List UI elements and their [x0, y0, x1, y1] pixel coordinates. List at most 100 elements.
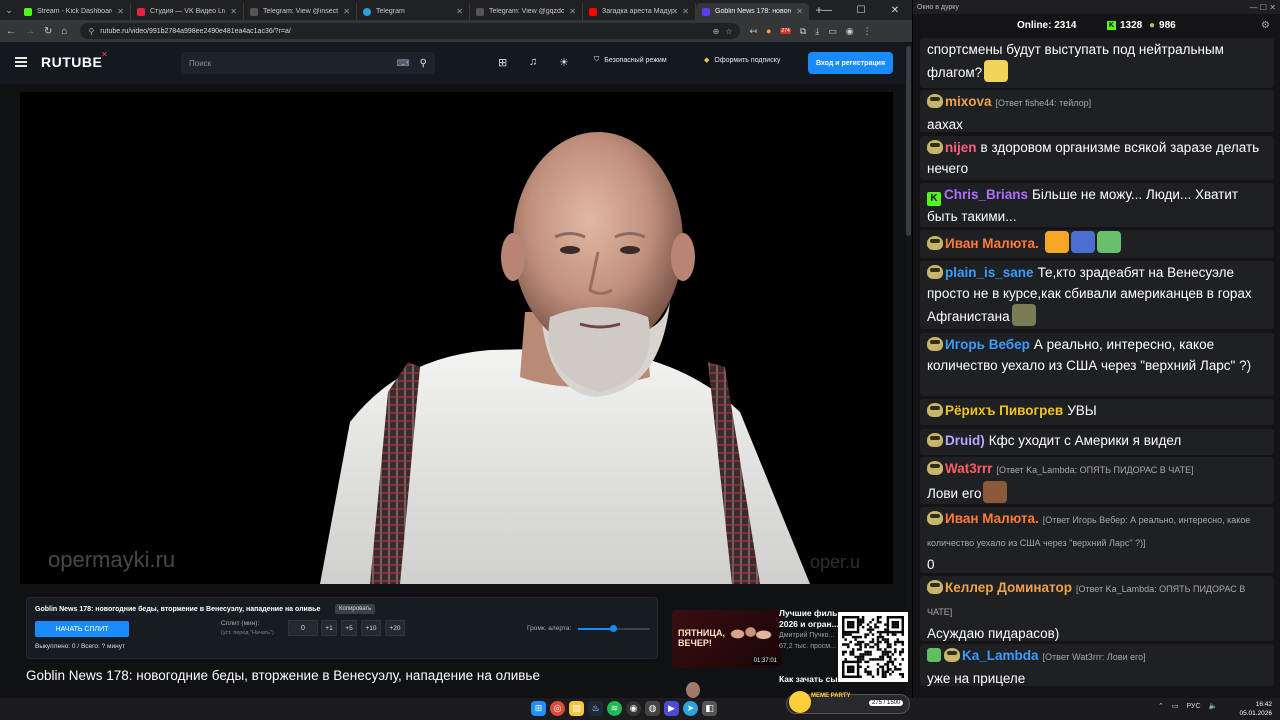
split-minutes-input[interactable]: 0: [288, 620, 318, 636]
close-icon[interactable]: ✕: [682, 7, 689, 16]
tab-vk-studio[interactable]: Студия — VK Видео Live ✕: [131, 3, 244, 20]
tab-search-icon[interactable]: ⌄: [0, 0, 18, 20]
reload-icon[interactable]: ↻: [44, 26, 52, 37]
menu-icon[interactable]: [15, 57, 27, 67]
chat-username[interactable]: nijen: [945, 140, 977, 155]
chat-username[interactable]: Иван Малюта.: [945, 236, 1039, 251]
language-indicator[interactable]: РУС: [1187, 703, 1201, 710]
qr-module: [886, 663, 890, 666]
qr-module: [884, 623, 887, 626]
close-icon[interactable]: ✕: [230, 7, 237, 16]
recommended-thumbnail[interactable]: ПЯТНИЦА, ВЕЧЕР! 01:37:01: [672, 610, 782, 668]
app-icon[interactable]: ◍: [645, 701, 660, 716]
close-icon[interactable]: ✕: [117, 7, 124, 16]
split-plus-20-button[interactable]: +20: [385, 620, 405, 636]
tray-app-icon[interactable]: ▭: [1172, 702, 1179, 710]
close-icon[interactable]: ✕: [456, 7, 463, 16]
split-plus-1-button[interactable]: +1: [321, 620, 337, 636]
chat-username[interactable]: Druid): [945, 433, 985, 448]
scrollbar-thumb[interactable]: [906, 46, 911, 236]
chat-username[interactable]: Chris_Brians: [944, 187, 1028, 202]
split-plus-10-button[interactable]: +10: [361, 620, 381, 636]
tab-telegram-gqzdc[interactable]: Telegram: View @gqzdc ✕: [470, 3, 583, 20]
close-icon[interactable]: ✕: [796, 7, 803, 16]
tray-arrow-icon[interactable]: ⌃: [1158, 702, 1164, 710]
bell-icon[interactable]: ♫: [529, 56, 537, 68]
spotify-icon[interactable]: ≋: [607, 701, 622, 716]
minimize-icon[interactable]: —: [810, 0, 844, 20]
gear-icon[interactable]: ⚙: [1261, 20, 1270, 31]
recommended-title[interactable]: Лучшие филь...: [779, 608, 844, 618]
chat-username[interactable]: Иван Малюта.: [945, 511, 1039, 526]
site-info-icon[interactable]: ⚲: [88, 27, 94, 36]
upload-icon[interactable]: ⊞: [498, 56, 507, 69]
forward-icon[interactable]: →: [25, 26, 35, 37]
page-scrollbar[interactable]: [905, 42, 912, 698]
volume-icon[interactable]: 🔈: [1209, 702, 1218, 710]
url-field[interactable]: ⚲ rutube.ru/video/991b2784a998ee2490e481…: [80, 23, 741, 39]
search-icon[interactable]: ⚲: [420, 58, 427, 69]
app-icon[interactable]: ▶: [664, 701, 679, 716]
steam-icon[interactable]: ♨: [588, 701, 603, 716]
chat-username[interactable]: Ka_Lambda: [962, 648, 1039, 663]
home-icon[interactable]: ⌂: [61, 26, 67, 37]
recommended-thumbnail[interactable]: [672, 674, 782, 698]
alert-volume-slider[interactable]: [578, 625, 650, 632]
chat-window-controls[interactable]: — ☐ ✕: [1250, 3, 1276, 12]
rutube-logo[interactable]: RUTUBE ✕: [41, 50, 108, 70]
obs-icon[interactable]: ◉: [626, 701, 641, 716]
chat-username[interactable]: Рёрихъ Пивогрев: [945, 403, 1063, 418]
copy-button[interactable]: Копировать: [335, 604, 376, 614]
chat-username[interactable]: Wat3rrr: [945, 461, 993, 476]
menu-dots-icon[interactable]: ⋮: [863, 26, 872, 37]
qr-module: [856, 663, 860, 666]
tab-youtube-maduro[interactable]: Загадка ареста Мадуро: в ✕: [583, 3, 696, 20]
split-plus-5-button[interactable]: +5: [341, 620, 357, 636]
download-icon[interactable]: ⤓: [815, 26, 819, 37]
chrome-icon[interactable]: ◎: [550, 701, 565, 716]
back-arrow-icon[interactable]: ↤: [749, 26, 757, 37]
subscribe-button[interactable]: ◆ Оформить подписку: [704, 56, 780, 65]
volume-knob[interactable]: [609, 625, 617, 632]
chat-username[interactable]: plain_is_sane: [945, 265, 1034, 280]
sidepanel-icon[interactable]: ▭: [828, 26, 837, 37]
qr-module: [884, 648, 887, 651]
chat-username[interactable]: Келлер Доминатор: [945, 580, 1072, 595]
login-button[interactable]: Вход и регистрация: [808, 52, 893, 74]
recommended-title[interactable]: Как зачать сы...: [779, 674, 845, 684]
tab-telegram[interactable]: Telegram ✕: [357, 3, 470, 20]
keyboard-icon[interactable]: ⌨: [397, 58, 410, 69]
search-input[interactable]: [189, 58, 397, 68]
recommended-author[interactable]: Дмитрий Пучко...: [779, 632, 834, 639]
windows-start-icon[interactable]: ⊞: [531, 701, 546, 716]
start-split-button[interactable]: НАЧАТЬ СПЛИТ: [35, 621, 129, 637]
tab-rutube-goblin[interactable]: Goblin News 178: новогод ✕: [696, 3, 809, 20]
extension-icon[interactable]: ●: [766, 26, 771, 36]
video-player[interactable]: opermayki.ru oper.u: [20, 92, 893, 584]
maximize-icon[interactable]: ☐: [844, 0, 878, 20]
bookmark-star-icon[interactable]: ☆: [725, 27, 732, 36]
chat-username[interactable]: Игорь Вебер: [945, 337, 1030, 352]
app-icon[interactable]: ◧: [702, 701, 717, 716]
theme-sun-icon[interactable]: ☀: [559, 56, 569, 69]
safe-mode-button[interactable]: ⛉ Безопасный режим: [594, 56, 667, 64]
clock[interactable]: 16:42 05.01.2026: [1239, 700, 1272, 718]
qr-module: [846, 616, 850, 619]
back-icon[interactable]: ←: [6, 26, 16, 37]
zoom-icon[interactable]: ⊕: [713, 27, 720, 36]
close-icon[interactable]: ✕: [569, 7, 576, 16]
chat-username[interactable]: mixova: [945, 94, 992, 109]
puzzle-icon[interactable]: ⧉: [800, 26, 806, 37]
ear-left: [501, 233, 525, 281]
qr-module: [871, 640, 875, 644]
close-icon[interactable]: ✕: [343, 7, 350, 16]
explorer-icon[interactable]: ▤: [569, 701, 584, 716]
qr-module: [886, 655, 890, 659]
goblin-icon: ●: [1149, 20, 1156, 31]
recommended-title-line2[interactable]: 2026 и огран...: [779, 619, 839, 629]
telegram-icon[interactable]: ➤: [683, 701, 698, 716]
tab-telegram-insect[interactable]: Telegram: View @insect_life ✕: [244, 3, 357, 20]
profile-icon[interactable]: ◉: [846, 26, 854, 37]
tab-kick-dashboard[interactable]: Stream - Kick Dashboard ✕: [18, 3, 131, 20]
close-window-icon[interactable]: ✕: [878, 0, 912, 20]
